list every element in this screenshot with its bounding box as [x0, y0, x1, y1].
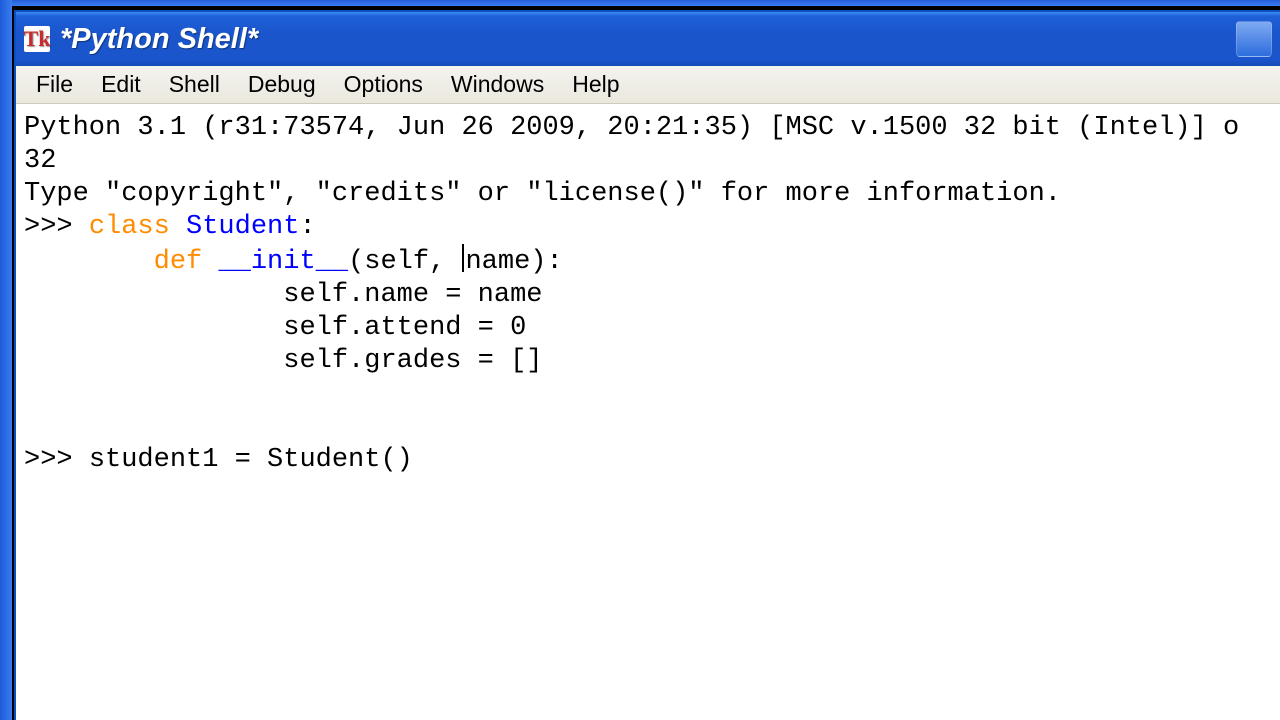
space [170, 212, 186, 242]
menubar: File Edit Shell Debug Options Windows He… [16, 66, 1280, 104]
minimize-button[interactable] [1236, 21, 1272, 57]
code-line-selfname: self.name = name [24, 280, 542, 310]
menu-debug[interactable]: Debug [234, 67, 330, 102]
code-line-selfgrades: self.grades = [] [24, 346, 542, 376]
window-title: *Python Shell* [60, 23, 258, 56]
python-shell-window: Tk *Python Shell* File Edit Shell Debug … [14, 10, 1280, 720]
menu-options[interactable]: Options [330, 67, 437, 102]
menu-edit[interactable]: Edit [87, 67, 155, 102]
banner-line-3: Type "copyright", "credits" or "license(… [24, 179, 1061, 209]
keyword-def: def [154, 247, 203, 277]
args-part-b: name): [465, 247, 562, 277]
menu-windows[interactable]: Windows [437, 67, 558, 102]
indent [24, 247, 154, 277]
menu-file[interactable]: File [22, 67, 87, 102]
code-line-selfattend: self.attend = 0 [24, 313, 526, 343]
titlebar[interactable]: Tk *Python Shell* [16, 12, 1280, 66]
menu-shell[interactable]: Shell [155, 67, 234, 102]
keyword-class: class [89, 212, 170, 242]
banner-line-1: Python 3.1 (r31:73574, Jun 26 2009, 20:2… [24, 113, 1239, 143]
desktop-left-strip [0, 0, 12, 720]
code-line-student1: student1 = Student() [89, 445, 413, 475]
prompt-2: >>> [24, 445, 89, 475]
app-icon: Tk [24, 26, 50, 52]
prompt-1: >>> [24, 212, 89, 242]
menu-help[interactable]: Help [558, 67, 633, 102]
desktop-top-strip [0, 0, 1280, 6]
banner-line-2: 32 [24, 146, 56, 176]
space [202, 247, 218, 277]
funcname-init: __init__ [218, 247, 348, 277]
colon: : [299, 212, 315, 242]
classname-student: Student [186, 212, 299, 242]
shell-text-area[interactable]: Python 3.1 (r31:73574, Jun 26 2009, 20:2… [16, 104, 1280, 720]
args-part-a: (self, [348, 247, 461, 277]
